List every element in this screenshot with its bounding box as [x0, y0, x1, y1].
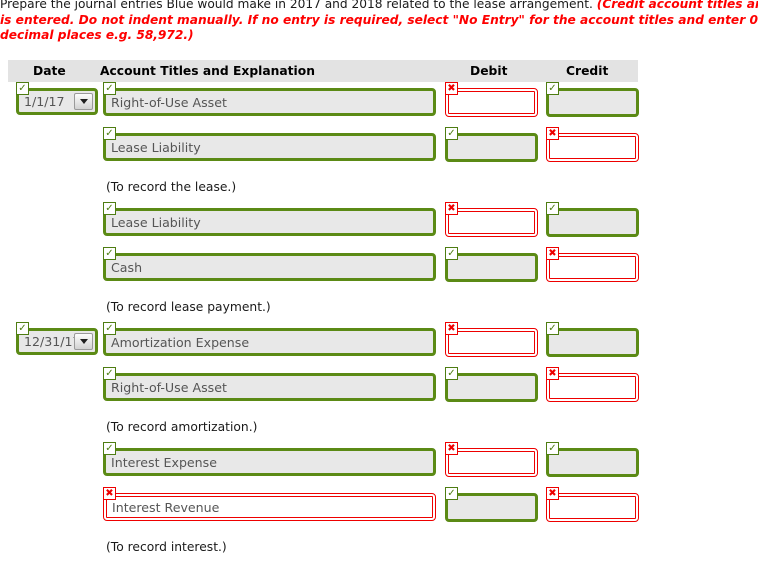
account-title-input[interactable]: Right-of-Use Asset [103, 88, 436, 116]
valid-check-icon: ✓ [103, 247, 116, 260]
column-header-credit: Credit [566, 64, 609, 78]
debit-amount-input[interactable] [445, 88, 538, 117]
journal-entry-row: ✓ Right-of-Use Asset ✓ ✖ [8, 367, 639, 412]
column-header-account: Account Titles and Explanation [100, 64, 315, 78]
instructions-line-1: Prepare the journal entries Blue would m… [0, 0, 758, 13]
debit-amount-input[interactable] [445, 328, 538, 357]
journal-entry-row: ✖ Interest Revenue ✓ ✖ [8, 487, 639, 532]
journal-entry-row: ✓ Lease Liability ✓ ✖ [8, 127, 639, 172]
debit-amount-input[interactable] [445, 373, 538, 402]
credit-amount-input[interactable] [546, 88, 639, 117]
valid-check-icon: ✓ [103, 127, 116, 140]
journal-entry-row: ✓ 1/1/17 ✓ Right-of-Use Asset ✖ ✓ [8, 82, 639, 127]
valid-check-icon: ✓ [445, 247, 458, 260]
entry-caption-row: (To record amortization.) [8, 412, 638, 442]
journal-entry-row: ✓ Lease Liability ✖ ✓ [8, 202, 639, 247]
chevron-down-icon[interactable] [74, 93, 93, 110]
valid-check-icon: ✓ [103, 82, 116, 95]
account-title-value: Right-of-Use Asset [111, 379, 227, 395]
instructions-note-part-1: (Credit account titles are automatically… [596, 0, 758, 11]
account-title-input[interactable]: Interest Expense [103, 448, 436, 476]
debit-amount-input[interactable] [445, 448, 538, 477]
credit-amount-input[interactable] [546, 253, 639, 282]
credit-amount-input[interactable] [546, 328, 639, 357]
journal-entry-row: ✓ Cash ✓ ✖ [8, 247, 639, 292]
valid-check-icon: ✓ [546, 202, 559, 215]
table-body: ✓ 1/1/17 ✓ Right-of-Use Asset ✖ ✓ ✓ Lease Liabi… [8, 82, 639, 554]
entry-caption-text: (To record lease payment.) [106, 300, 271, 314]
debit-amount-input[interactable] [445, 208, 538, 237]
invalid-x-icon: ✖ [546, 247, 559, 260]
valid-check-icon: ✓ [16, 82, 29, 95]
instructions-note-part-3: decimal places e.g. 58,972.) [0, 28, 194, 42]
valid-check-icon: ✓ [103, 367, 116, 380]
valid-check-icon: ✓ [546, 82, 559, 95]
valid-check-icon: ✓ [546, 322, 559, 335]
instructions-line-3: decimal places e.g. 58,972.) [0, 28, 758, 44]
entry-caption-text: (To record amortization.) [106, 420, 258, 434]
column-header-debit: Debit [470, 64, 508, 78]
invalid-x-icon: ✖ [546, 487, 559, 500]
account-title-value: Interest Revenue [112, 499, 220, 515]
account-title-input[interactable]: Interest Revenue [103, 493, 436, 521]
invalid-x-icon: ✖ [445, 82, 458, 95]
journal-entry-row: ✓ Interest Expense ✖ ✓ [8, 442, 639, 487]
account-title-value: Cash [111, 259, 143, 275]
invalid-x-icon: ✖ [546, 367, 559, 380]
entry-caption-text: (To record the lease.) [106, 180, 237, 194]
debit-amount-input[interactable] [445, 133, 538, 162]
entry-caption-row: (To record interest.) [8, 532, 638, 562]
instructions-block: Prepare the journal entries Blue would m… [0, 0, 758, 44]
credit-amount-input[interactable] [546, 373, 639, 402]
credit-amount-input[interactable] [546, 448, 639, 477]
account-title-input[interactable]: Lease Liability [103, 133, 436, 161]
debit-amount-input[interactable] [445, 253, 538, 282]
account-title-value: Lease Liability [111, 214, 201, 230]
valid-check-icon: ✓ [546, 442, 559, 455]
debit-amount-input[interactable] [445, 493, 538, 522]
journal-entry-row: ✓ 12/31/17 ✓ Amortization Expense ✖ ✓ [8, 322, 639, 367]
instructions-line-2: is entered. Do not indent manually. If n… [0, 13, 758, 29]
date-select-value: 12/31/17 [24, 334, 81, 349]
account-title-input[interactable]: Cash [103, 253, 436, 281]
instructions-prompt-text: Prepare the journal entries Blue would m… [0, 0, 597, 11]
credit-amount-input[interactable] [546, 133, 639, 162]
account-title-input[interactable]: Lease Liability [103, 208, 436, 236]
valid-check-icon: ✓ [445, 127, 458, 140]
entry-caption-row: (To record lease payment.) [8, 292, 638, 322]
invalid-x-icon: ✖ [445, 322, 458, 335]
invalid-x-icon: ✖ [546, 127, 559, 140]
account-title-value: Amortization Expense [111, 334, 250, 350]
valid-check-icon: ✓ [103, 322, 116, 335]
invalid-x-icon: ✖ [445, 202, 458, 215]
entry-caption-row: (To record the lease.) [8, 172, 638, 202]
account-title-input[interactable]: Amortization Expense [103, 328, 436, 356]
credit-amount-input[interactable] [546, 208, 639, 237]
entry-caption-text: (To record interest.) [106, 540, 227, 554]
valid-check-icon: ✓ [445, 367, 458, 380]
date-select-value: 1/1/17 [24, 94, 65, 109]
credit-amount-input[interactable] [546, 493, 639, 522]
column-header-date: Date [33, 64, 66, 78]
valid-check-icon: ✓ [103, 442, 116, 455]
table-header-row: Date Account Titles and Explanation Debi… [8, 60, 638, 82]
invalid-x-icon: ✖ [103, 487, 116, 500]
account-title-value: Right-of-Use Asset [111, 94, 227, 110]
valid-check-icon: ✓ [16, 322, 29, 335]
chevron-down-icon[interactable] [74, 333, 93, 350]
account-title-value: Lease Liability [111, 139, 201, 155]
valid-check-icon: ✓ [445, 487, 458, 500]
instructions-note-part-2: is entered. Do not indent manually. If n… [0, 12, 758, 27]
invalid-x-icon: ✖ [445, 442, 458, 455]
valid-check-icon: ✓ [103, 202, 116, 215]
account-title-value: Interest Expense [111, 454, 217, 470]
account-title-input[interactable]: Right-of-Use Asset [103, 373, 436, 401]
journal-entry-table: Date Account Titles and Explanation Debi… [8, 60, 639, 554]
